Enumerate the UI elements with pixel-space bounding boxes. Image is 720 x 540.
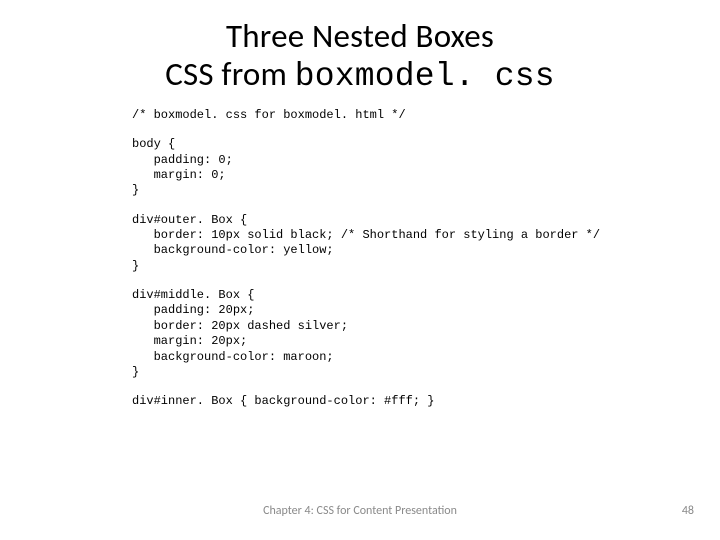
code-inner-rule: div#inner. Box { background-color: #fff;… xyxy=(132,394,720,409)
slide: Three Nested Boxes CSS from boxmodel. cs… xyxy=(0,0,720,540)
title-prefix: CSS from xyxy=(165,54,294,94)
code-middle-rule: div#middle. Box { padding: 20px; border:… xyxy=(132,288,720,380)
code-comment: /* boxmodel. css for boxmodel. html */ xyxy=(132,108,720,123)
footer-page-number: 48 xyxy=(682,504,694,518)
code-listing: /* boxmodel. css for boxmodel. html */ bo… xyxy=(0,108,720,410)
title-line-1: Three Nested Boxes xyxy=(0,18,720,56)
title-line-2: CSS from boxmodel. css xyxy=(0,56,720,96)
slide-footer: Chapter 4: CSS for Content Presentation … xyxy=(0,504,720,522)
code-body-rule: body { padding: 0; margin: 0; } xyxy=(132,137,720,198)
code-outer-rule: div#outer. Box { border: 10px solid blac… xyxy=(132,213,720,274)
footer-chapter: Chapter 4: CSS for Content Presentation xyxy=(0,504,720,518)
title-mono: boxmodel. css xyxy=(295,58,555,95)
slide-title: Three Nested Boxes CSS from boxmodel. cs… xyxy=(0,18,720,96)
